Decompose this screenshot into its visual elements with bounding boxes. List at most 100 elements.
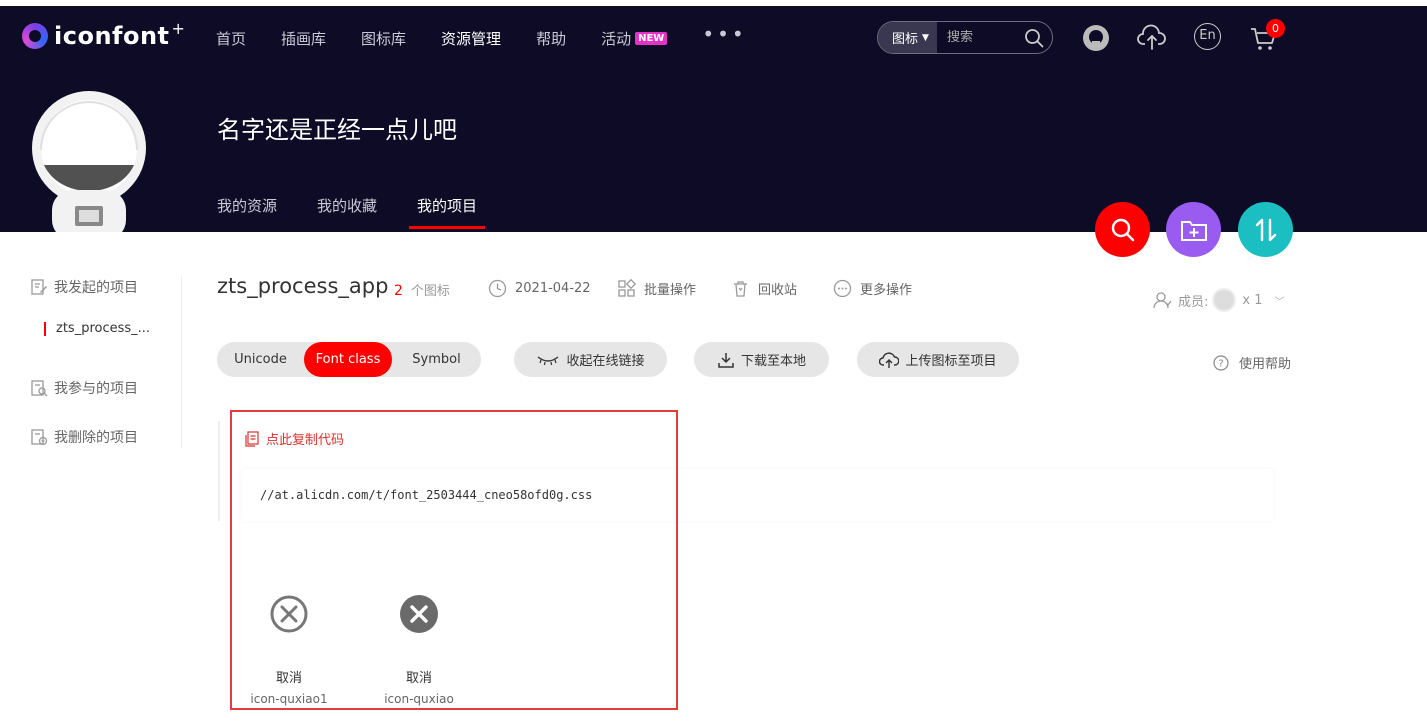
language-switch[interactable]: En bbox=[1194, 23, 1221, 50]
upload-icons-button[interactable]: 上传图标至项目 bbox=[857, 342, 1019, 377]
sidebar-item-label: 我删除的项目 bbox=[54, 430, 138, 446]
edit-document-icon bbox=[31, 279, 47, 295]
members-dropdown[interactable]: 成员: x 1 ﹀ bbox=[1153, 288, 1285, 312]
sidebar-item-label: 我参与的项目 bbox=[54, 381, 138, 397]
iconfont-logo[interactable]: iconfont + bbox=[22, 18, 185, 50]
tab-my-projects[interactable]: 我的项目 bbox=[409, 195, 486, 229]
logo-text: iconfont bbox=[54, 22, 170, 50]
members-count: x 1 bbox=[1242, 292, 1263, 308]
tab-my-resources[interactable]: 我的资源 bbox=[217, 195, 277, 228]
recycle-bin-label: 回收站 bbox=[758, 283, 798, 298]
search-icon bbox=[1111, 218, 1134, 241]
download-local-label: 下载至本地 bbox=[740, 354, 806, 369]
css-link-url[interactable]: //at.alicdn.com/t/font_2503444_cneo58ofd… bbox=[260, 488, 592, 502]
sidebar-project-current[interactable]: zts_process_... bbox=[44, 322, 150, 336]
cart-count-badge: 0 bbox=[1266, 19, 1285, 38]
batch-operation-label: 批量操作 bbox=[644, 283, 697, 298]
close-circle-filled-icon bbox=[400, 595, 438, 633]
eye-closed-icon bbox=[538, 355, 559, 365]
nav-home[interactable]: 首页 bbox=[216, 28, 246, 49]
nav-help[interactable]: 帮助 bbox=[536, 28, 566, 49]
search-box: 图标 ▼ bbox=[877, 21, 1053, 54]
avatar[interactable] bbox=[30, 90, 148, 232]
trash-icon bbox=[734, 281, 747, 297]
collapse-online-link-label: 收起在线链接 bbox=[566, 354, 645, 369]
icon-count-value: 2 bbox=[394, 283, 403, 299]
help-circle-icon: ? bbox=[1213, 354, 1229, 371]
github-icon[interactable] bbox=[1081, 23, 1111, 53]
chevron-down-icon: ▼ bbox=[922, 32, 929, 43]
project-date-value: 2021-04-22 bbox=[515, 281, 591, 296]
upload-cloud-icon[interactable] bbox=[1137, 23, 1167, 53]
tab-my-favorites[interactable]: 我的收藏 bbox=[317, 195, 377, 228]
logo-mark-icon bbox=[22, 23, 48, 49]
sort-icon bbox=[1255, 218, 1276, 241]
code-mode-switch: Unicode Font class Symbol bbox=[217, 342, 481, 377]
more-operations-label: 更多操作 bbox=[860, 283, 913, 298]
clock-icon bbox=[488, 279, 507, 298]
delete-document-icon bbox=[31, 429, 48, 446]
more-icon bbox=[833, 279, 852, 298]
copy-document-icon bbox=[245, 430, 259, 447]
icon-count: 2 个图标 bbox=[394, 280, 450, 299]
recycle-bin-button[interactable]: 回收站 bbox=[731, 279, 797, 298]
usage-help-label: 使用帮助 bbox=[1239, 357, 1292, 372]
fab-search-button[interactable] bbox=[1095, 202, 1150, 257]
fab-add-project-button[interactable] bbox=[1166, 202, 1221, 257]
icon-code: icon-quxiao bbox=[384, 692, 454, 706]
new-badge: NEW bbox=[635, 31, 668, 45]
search-input[interactable] bbox=[936, 30, 1015, 45]
folder-add-icon bbox=[1180, 220, 1207, 241]
members-label: 成员: bbox=[1178, 294, 1209, 310]
nav-icon-library[interactable]: 图标库 bbox=[361, 28, 406, 49]
user-icon bbox=[1153, 291, 1172, 308]
project-date: 2021-04-22 bbox=[488, 279, 591, 298]
project-sidebar: 我发起的项目 zts_process_... 我参与的项目 我删除的项目 bbox=[30, 276, 182, 448]
collapse-online-link-button[interactable]: 收起在线链接 bbox=[514, 342, 667, 377]
nav-more-icon[interactable]: ••• bbox=[702, 22, 746, 46]
logo-plus: + bbox=[171, 18, 185, 38]
sidebar-item-label: 我发起的项目 bbox=[54, 280, 138, 296]
profile-tabs: 我的资源 我的收藏 我的项目 bbox=[217, 195, 517, 229]
download-local-button[interactable]: 下载至本地 bbox=[694, 342, 829, 377]
fab-sort-button[interactable] bbox=[1238, 202, 1293, 257]
search-icon[interactable] bbox=[1024, 28, 1044, 48]
online-link-panel: 点此复制代码 //at.alicdn.com/t/font_2503444_cn… bbox=[218, 421, 1273, 521]
search-type-label: 图标 bbox=[892, 32, 919, 47]
code-box: //at.alicdn.com/t/font_2503444_cneo58ofd… bbox=[242, 469, 1273, 521]
sidebar-item-created[interactable]: 我发起的项目 bbox=[30, 276, 138, 298]
project-name: zts_process_app bbox=[217, 274, 389, 298]
grid-icon bbox=[618, 279, 636, 297]
icon-name: 取消 bbox=[405, 671, 432, 686]
mode-unicode[interactable]: Unicode bbox=[217, 342, 304, 377]
user-name: 名字还是正经一点儿吧 bbox=[217, 116, 457, 144]
upload-cloud-icon bbox=[879, 351, 900, 368]
member-avatar bbox=[1212, 288, 1237, 312]
nav-resource-management[interactable]: 资源管理 bbox=[441, 28, 501, 49]
icon-count-unit: 个图标 bbox=[410, 284, 450, 299]
nav-activities-label: 活动 bbox=[601, 29, 632, 48]
search-type-select[interactable]: 图标 ▼ bbox=[878, 22, 937, 53]
upload-icons-label: 上传图标至项目 bbox=[905, 354, 997, 369]
batch-operation-button[interactable]: 批量操作 bbox=[617, 279, 696, 298]
sidebar-item-joined[interactable]: 我参与的项目 bbox=[30, 377, 138, 399]
download-icon bbox=[718, 352, 734, 368]
svg-text:?: ? bbox=[1218, 358, 1223, 369]
mode-font-class[interactable]: Font class bbox=[304, 342, 392, 377]
main-nav: 首页 插画库 图标库 资源管理 帮助 活动 NEW ••• bbox=[216, 22, 747, 50]
icon-name: 取消 bbox=[275, 671, 302, 686]
mode-symbol[interactable]: Symbol bbox=[392, 342, 481, 377]
icon-card[interactable]: 取消 icon-quxiao bbox=[359, 592, 479, 706]
nav-illustrations[interactable]: 插画库 bbox=[281, 28, 326, 49]
sidebar-item-deleted[interactable]: 我删除的项目 bbox=[30, 426, 138, 448]
copy-code-label: 点此复制代码 bbox=[266, 433, 345, 448]
search-document-icon bbox=[31, 380, 48, 397]
chevron-down-icon: ﹀ bbox=[1274, 296, 1285, 308]
copy-code-button[interactable]: 点此复制代码 bbox=[244, 429, 344, 448]
usage-help-link[interactable]: ? 使用帮助 bbox=[1213, 353, 1291, 372]
more-operations-button[interactable]: 更多操作 bbox=[833, 279, 912, 298]
nav-activities[interactable]: 活动 NEW bbox=[601, 28, 668, 49]
icon-code: icon-quxiao1 bbox=[250, 692, 328, 706]
icon-card[interactable]: 取消 icon-quxiao1 bbox=[229, 592, 349, 706]
close-circle-outline-icon bbox=[270, 595, 308, 633]
